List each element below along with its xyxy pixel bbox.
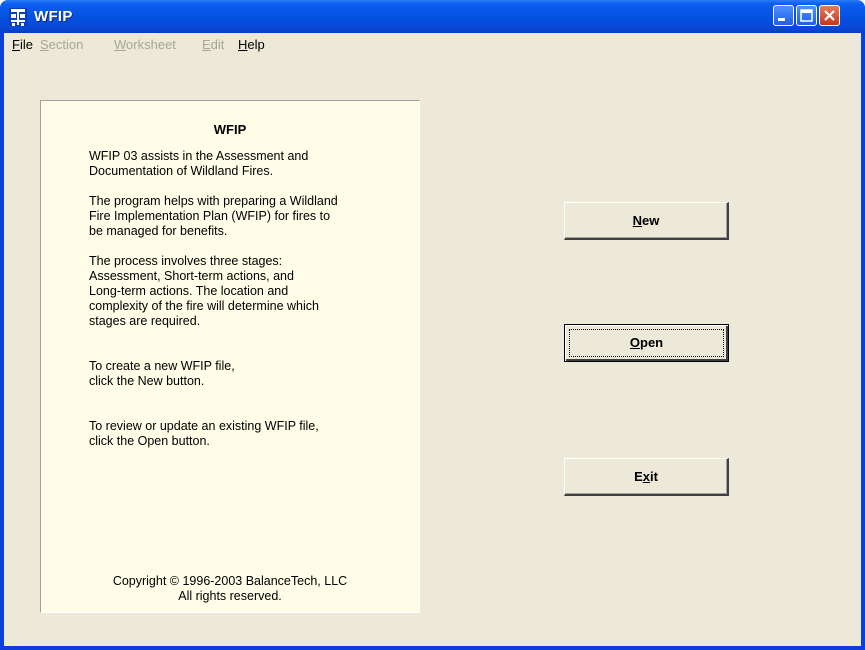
info-panel: WFIP WFIP 03 assists in the Assessment a… (40, 100, 420, 613)
close-icon (824, 10, 835, 21)
menu-edit[interactable]: Edit (202, 37, 224, 52)
window-title: WFIP (34, 8, 73, 25)
menu-help[interactable]: Help (238, 37, 265, 52)
exit-button[interactable]: Exit (564, 458, 729, 496)
minimize-icon (778, 18, 785, 21)
focus-rectangle (569, 329, 724, 357)
panel-title: WFIP (213, 122, 247, 137)
close-button[interactable] (819, 5, 840, 26)
maximize-button[interactable] (796, 5, 817, 26)
new-button[interactable]: New (564, 202, 729, 240)
program-description: The program helps with preparing a Wildl… (89, 194, 338, 238)
new-instructions: To create a new WFIP file, click the New… (89, 359, 235, 388)
minimize-button[interactable] (773, 5, 794, 26)
client-area: File Section Worksheet Edit Help WFIP WF… (4, 33, 861, 646)
intro-text: WFIP 03 assists in the Assessment and Do… (89, 149, 309, 178)
process-description: The process involves three stages: Asses… (89, 254, 319, 328)
title-bar[interactable]: WFIP (0, 0, 865, 33)
copyright-notice: Copyright © 1996-2003 BalanceTech, LLC A… (112, 574, 348, 603)
menu-worksheet[interactable]: Worksheet (114, 37, 176, 52)
menu-bar: File Section Worksheet Edit Help (4, 33, 861, 55)
app-window: WFIP File Section Worksheet Edit Help WF… (0, 0, 865, 650)
wfip-app-icon (9, 8, 27, 26)
maximize-icon (800, 9, 813, 22)
menu-file[interactable]: File (12, 37, 33, 52)
open-instructions: To review or update an existing WFIP fil… (89, 419, 319, 448)
menu-section[interactable]: Section (40, 37, 83, 52)
open-button[interactable]: Open (564, 324, 729, 362)
